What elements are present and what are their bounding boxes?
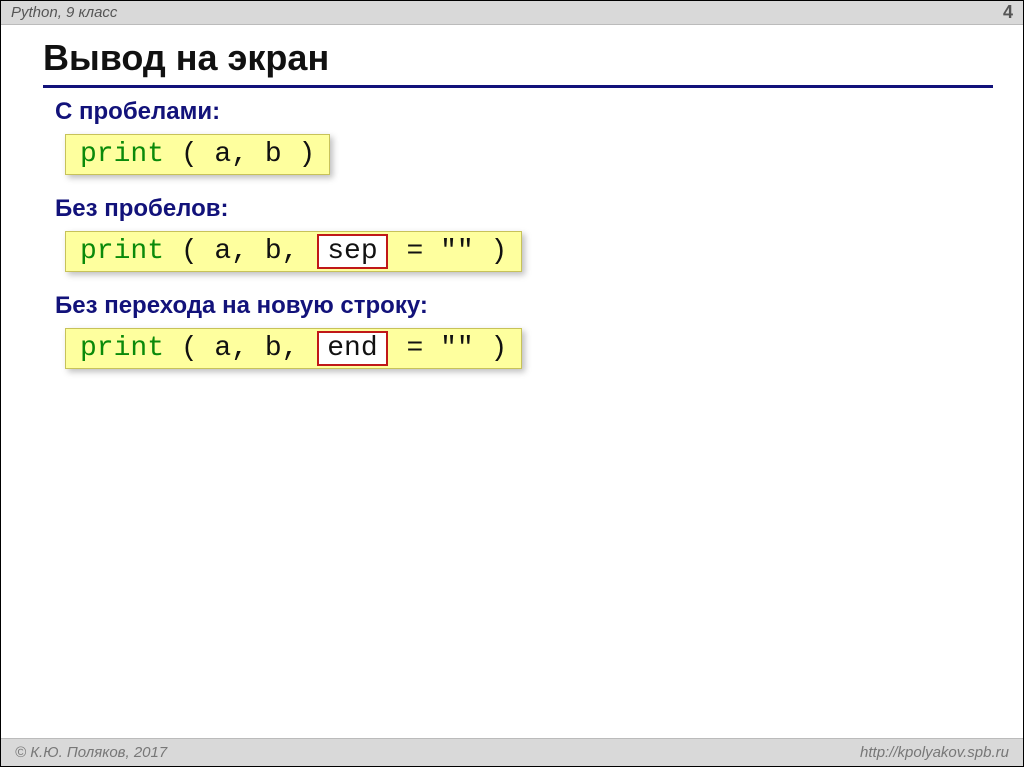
footer-bar: © К.Ю. Поляков, 2017 http://kpolyakov.sp… bbox=[1, 738, 1023, 766]
code-box: print ( a, b, end = "" ) bbox=[65, 328, 522, 369]
code-text: = "" ) bbox=[390, 333, 508, 364]
top-bar: Python, 9 класс 4 bbox=[1, 1, 1023, 25]
code-text: ( a, b, bbox=[164, 236, 315, 267]
code-text: ( a, b, bbox=[164, 333, 315, 364]
code-text: ( a, b ) bbox=[164, 139, 315, 170]
code-keyword: print bbox=[80, 139, 164, 170]
copyright-label: © К.Ю. Поляков, 2017 bbox=[15, 744, 167, 761]
slide: Python, 9 класс 4 Вывод на экран С пробе… bbox=[0, 0, 1024, 767]
code-keyword: print bbox=[80, 236, 164, 267]
code-text: = "" ) bbox=[390, 236, 508, 267]
title-divider bbox=[43, 85, 993, 88]
code-box: print ( a, b, sep = "" ) bbox=[65, 231, 522, 272]
page-number: 4 bbox=[1003, 2, 1013, 23]
section-label: Без перехода на новую строку: bbox=[55, 292, 993, 320]
code-box: print ( a, b ) bbox=[65, 134, 330, 175]
section-label: С пробелами: bbox=[55, 98, 993, 126]
code-highlight: end bbox=[317, 331, 387, 366]
code-highlight: sep bbox=[317, 234, 387, 269]
content-area: Вывод на экран С пробелами: print ( a, b… bbox=[1, 25, 1023, 738]
section-label: Без пробелов: bbox=[55, 195, 993, 223]
code-keyword: print bbox=[80, 333, 164, 364]
footer-url: http://kpolyakov.spb.ru bbox=[860, 744, 1009, 761]
slide-title: Вывод на экран bbox=[43, 37, 993, 79]
course-label: Python, 9 класс bbox=[11, 4, 117, 21]
